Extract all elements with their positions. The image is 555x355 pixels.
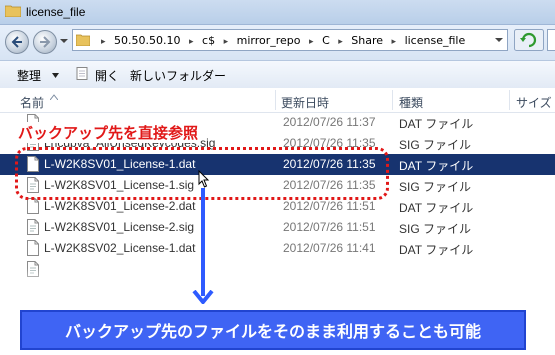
chevron-right-icon[interactable]: ▸ — [189, 37, 194, 47]
arrow-shaft — [201, 188, 205, 296]
arrow-down-icon — [192, 290, 214, 304]
chevron-right-icon[interactable]: ▸ — [338, 37, 343, 47]
column-header-type[interactable]: 種類 — [399, 94, 423, 111]
file-name: L-W2K8SV01_License-2.sig — [44, 220, 195, 234]
chevron-right-icon[interactable]: ▸ — [224, 37, 229, 47]
banner-text: バックアップ先のファイルをそのまま利用することも可能 — [64, 322, 481, 341]
file-date: 2012/07/26 11:51 — [283, 220, 376, 234]
fade-overlay — [0, 268, 555, 294]
open-button[interactable]: 開く — [95, 67, 119, 84]
folder-icon — [5, 5, 21, 17]
breadcrumb-item[interactable]: c$ — [202, 34, 215, 47]
column-divider[interactable] — [392, 90, 393, 110]
file-type: SIG ファイル — [399, 138, 472, 152]
breadcrumb: ▸ 50.50.50.10 ▸ c$ ▸ mirror_repo ▸ C ▸ S… — [96, 34, 465, 47]
chevron-down-icon — [52, 73, 59, 78]
arrow-right-icon — [40, 36, 51, 48]
column-divider[interactable] — [275, 90, 276, 110]
chevron-right-icon[interactable]: ▸ — [309, 37, 314, 47]
file-type: SIG ファイル — [399, 180, 472, 194]
file-type: SIG ファイル — [399, 222, 472, 236]
organize-button[interactable]: 整理 — [17, 67, 41, 84]
annotation-label: バックアップ先を直接参照 — [16, 122, 201, 143]
breadcrumb-item[interactable]: Share — [351, 34, 383, 47]
search-input[interactable] — [547, 29, 555, 51]
file-name: L-W2K8SV01_License-2.dat — [44, 199, 196, 213]
column-header-date[interactable]: 更新日時 — [281, 94, 329, 111]
file-date: 2012/07/26 11:37 — [283, 115, 376, 129]
window-title: license_file — [26, 5, 86, 19]
breadcrumb-item[interactable]: C — [322, 34, 330, 47]
breadcrumb-item[interactable]: license_file — [405, 34, 466, 47]
chevron-right-icon[interactable]: ▸ — [392, 37, 397, 47]
refresh-button[interactable] — [514, 29, 544, 51]
callout-banner: バックアップ先のファイルをそのまま利用することも可能 — [20, 310, 526, 350]
new-folder-button[interactable]: 新しいフォルダー — [130, 67, 226, 84]
folder-icon — [76, 34, 90, 46]
column-header-name[interactable]: 名前 — [20, 94, 44, 111]
arrow-left-icon — [11, 36, 22, 48]
mouse-pointer-icon — [198, 170, 210, 188]
file-type: DAT ファイル — [399, 201, 474, 215]
forward-button[interactable] — [33, 30, 57, 54]
file-type: DAT ファイル — [399, 243, 474, 257]
column-divider[interactable] — [509, 90, 510, 110]
document-icon — [76, 67, 88, 80]
file-type: DAT ファイル — [399, 159, 474, 173]
file-date: 2012/07/26 11:51 — [283, 199, 376, 213]
file-date: 2012/07/26 11:41 — [283, 241, 376, 255]
document-icon — [27, 240, 39, 256]
column-header-size[interactable]: サイズ — [516, 94, 552, 111]
recent-pages-dropdown-icon[interactable] — [60, 37, 68, 45]
file-row[interactable]: L-W2K8SV02_License-1.dat 2012/07/26 11:41… — [0, 238, 555, 259]
address-history-dropdown-icon[interactable] — [495, 36, 503, 44]
breadcrumb-item[interactable]: mirror_repo — [237, 34, 301, 47]
sort-ascending-icon — [50, 94, 58, 100]
chevron-right-icon: ▸ — [101, 37, 106, 47]
file-type: DAT ファイル — [399, 117, 474, 131]
back-button[interactable] — [5, 30, 29, 54]
column-header-row — [0, 88, 555, 113]
file-name: L-W2K8SV02_License-1.dat — [44, 241, 196, 255]
sig-file-icon — [27, 219, 39, 235]
document-icon — [27, 198, 39, 214]
file-row[interactable]: L-W2K8SV01_License-2.sig 2012/07/26 11:51… — [0, 217, 555, 238]
breadcrumb-item[interactable]: 50.50.50.10 — [114, 34, 180, 47]
